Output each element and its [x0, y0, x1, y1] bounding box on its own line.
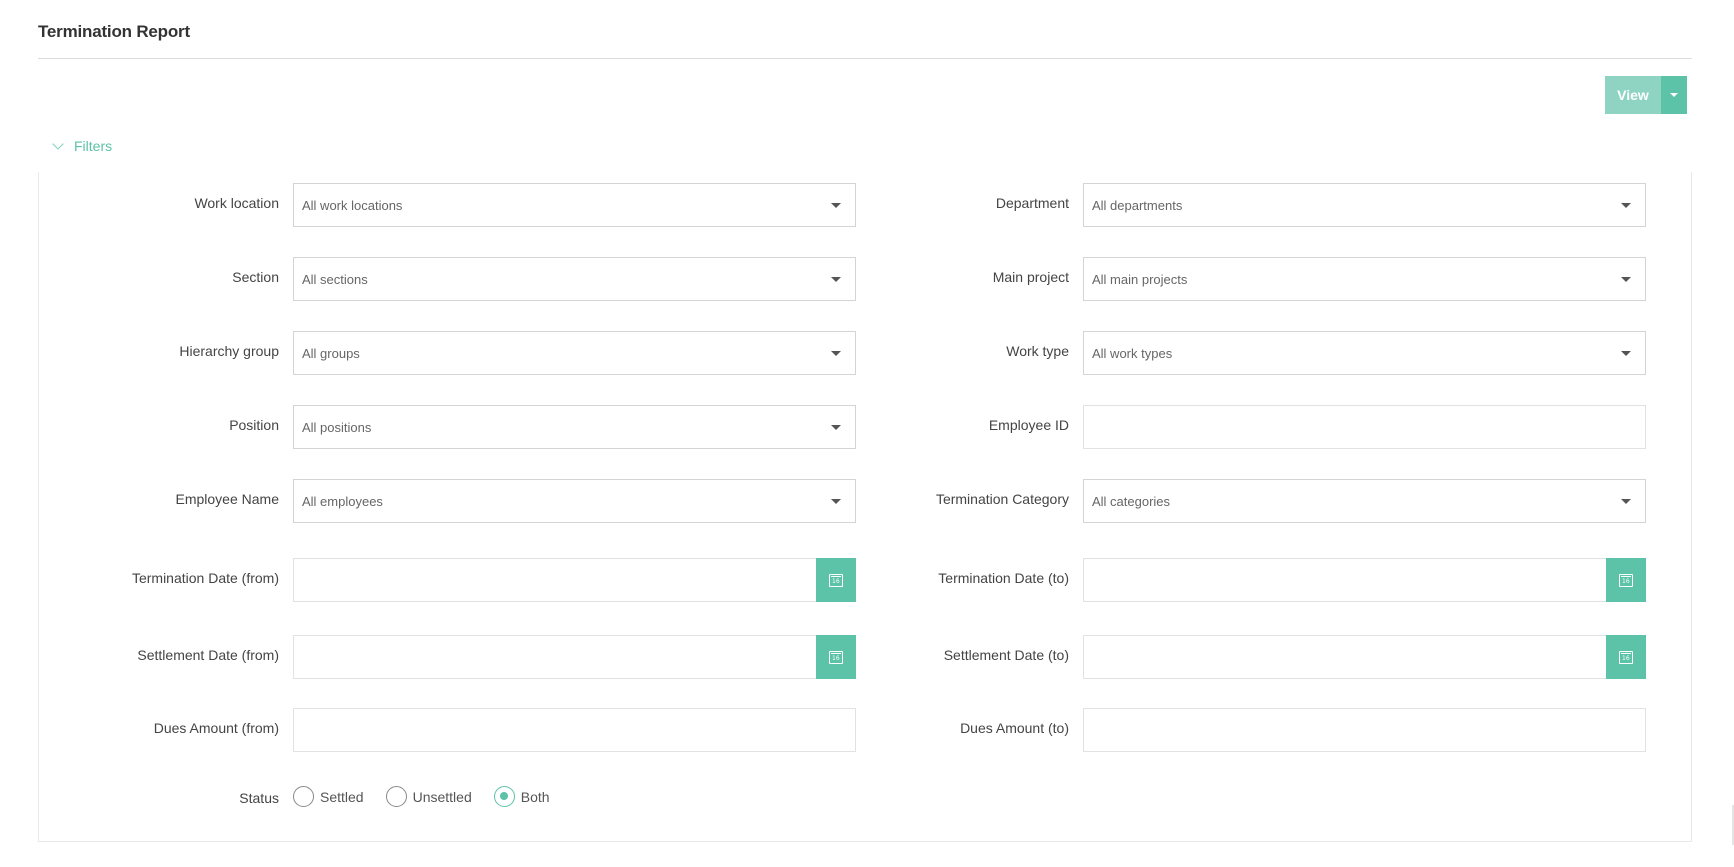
- status-label: Status: [239, 790, 279, 806]
- employee-id-field[interactable]: [1083, 405, 1646, 449]
- status-option-both[interactable]: Both: [493, 786, 550, 807]
- dues-amount-from-label: Dues Amount (from): [153, 720, 279, 736]
- dues-amount-to-input[interactable]: [1084, 709, 1645, 751]
- main-project-select[interactable]: All main projects: [1083, 257, 1646, 301]
- status-option-label: Unsettled: [412, 788, 472, 805]
- main-project-value: All main projects: [1092, 272, 1188, 287]
- settlement-date-to-calendar-button[interactable]: 16: [1606, 635, 1646, 679]
- employee-name-label: Employee Name: [175, 491, 280, 507]
- termination-category-label: Termination Category: [935, 491, 1069, 507]
- dues-amount-from-input[interactable]: [294, 709, 855, 751]
- calendar-icon: 16: [1619, 650, 1633, 664]
- hierarchy-group-value: All groups: [302, 346, 360, 361]
- caret-down-icon: [1621, 499, 1631, 504]
- status-option-settled[interactable]: Settled: [293, 786, 364, 807]
- status-radio-group: Settled Unsettled Both: [293, 786, 572, 807]
- termination-date-from-label: Termination Date (from): [131, 570, 279, 586]
- employee-name-value: All employees: [302, 494, 383, 509]
- termination-date-to-label: Termination Date (to): [938, 570, 1069, 586]
- termination-date-to-input[interactable]: [1084, 559, 1605, 601]
- status-option-label: Both: [520, 788, 550, 805]
- filter-panel: Work location All work locations Departm…: [38, 172, 1692, 842]
- calendar-day: 16: [1622, 654, 1630, 662]
- filter-row: Hierarchy group All groups Work type All…: [39, 331, 1693, 375]
- employee-name-select[interactable]: All employees: [293, 479, 856, 523]
- settlement-date-to-label: Settlement Date (to): [943, 647, 1069, 663]
- filter-row: Termination Date (from) 16 Termination D…: [39, 558, 1693, 602]
- radio-unsettled[interactable]: [385, 786, 407, 807]
- filter-row: Settlement Date (from) 16 Settlement Dat…: [39, 635, 1693, 679]
- caret-down-icon: [1670, 93, 1678, 97]
- dues-amount-to-label: Dues Amount (to): [960, 720, 1069, 736]
- settlement-date-to-input[interactable]: [1084, 636, 1605, 678]
- filters-toggle[interactable]: Filters: [52, 138, 113, 154]
- termination-date-to-field[interactable]: 16: [1083, 558, 1646, 602]
- section-select[interactable]: All sections: [293, 257, 856, 301]
- work-type-value: All work types: [1092, 346, 1173, 361]
- employee-id-input[interactable]: [1084, 406, 1645, 448]
- position-select[interactable]: All positions: [293, 405, 856, 449]
- dues-amount-from-field[interactable]: [293, 708, 856, 752]
- caret-down-icon: [1621, 203, 1631, 208]
- department-value: All departments: [1092, 198, 1183, 213]
- filter-row: Dues Amount (from) Dues Amount (to): [39, 708, 1693, 752]
- settlement-date-from-field[interactable]: 16: [293, 635, 856, 679]
- position-value: All positions: [302, 420, 372, 435]
- status-option-label: Settled: [320, 788, 364, 805]
- termination-date-from-field[interactable]: 16: [293, 558, 856, 602]
- section-value: All sections: [302, 272, 368, 287]
- caret-down-icon: [1621, 277, 1631, 282]
- termination-category-value: All categories: [1092, 494, 1171, 509]
- termination-category-select[interactable]: All categories: [1083, 479, 1646, 523]
- settlement-date-to-field[interactable]: 16: [1083, 635, 1646, 679]
- view-button-group: View: [1605, 76, 1687, 114]
- department-select[interactable]: All departments: [1083, 183, 1646, 227]
- hierarchy-group-label: Hierarchy group: [179, 343, 279, 359]
- status-row: Status Settled Unsettled Both: [39, 774, 1693, 818]
- view-button[interactable]: View: [1605, 76, 1661, 114]
- work-location-label: Work location: [194, 195, 279, 211]
- radio-settled[interactable]: [293, 786, 314, 807]
- status-option-unsettled[interactable]: Unsettled: [385, 786, 472, 807]
- calendar-icon: 16: [1619, 573, 1633, 587]
- settlement-date-from-label: Settlement Date (from): [137, 647, 279, 663]
- work-location-value: All work locations: [302, 198, 403, 213]
- position-label: Position: [229, 417, 279, 433]
- main-project-label: Main project: [992, 269, 1069, 285]
- page-title: Termination Report: [38, 22, 190, 41]
- filters-label: Filters: [74, 138, 113, 154]
- chevron-down-icon: [52, 138, 64, 150]
- caret-down-icon: [1621, 351, 1631, 356]
- view-options-dropdown[interactable]: [1661, 76, 1687, 114]
- dues-amount-to-field[interactable]: [1083, 708, 1646, 752]
- filter-row: Employee Name All employees Termination …: [39, 479, 1693, 523]
- employee-id-label: Employee ID: [988, 417, 1069, 433]
- radio-both[interactable]: [493, 786, 515, 807]
- department-label: Department: [995, 195, 1069, 211]
- settlement-date-from-input[interactable]: [294, 636, 815, 678]
- work-location-select[interactable]: All work locations: [293, 183, 856, 227]
- hierarchy-group-select[interactable]: All groups: [293, 331, 856, 375]
- termination-date-to-calendar-button[interactable]: 16: [1606, 558, 1646, 602]
- filter-row: Work location All work locations Departm…: [39, 183, 1693, 227]
- filter-row: Section All sections Main project All ma…: [39, 257, 1693, 301]
- filter-row: Position All positions Employee ID: [39, 405, 1693, 449]
- title-divider: [38, 58, 1692, 59]
- calendar-day: 16: [1622, 577, 1630, 585]
- section-label: Section: [232, 269, 279, 285]
- work-type-label: Work type: [1006, 343, 1069, 359]
- termination-date-from-input[interactable]: [294, 559, 815, 601]
- work-type-select[interactable]: All work types: [1083, 331, 1646, 375]
